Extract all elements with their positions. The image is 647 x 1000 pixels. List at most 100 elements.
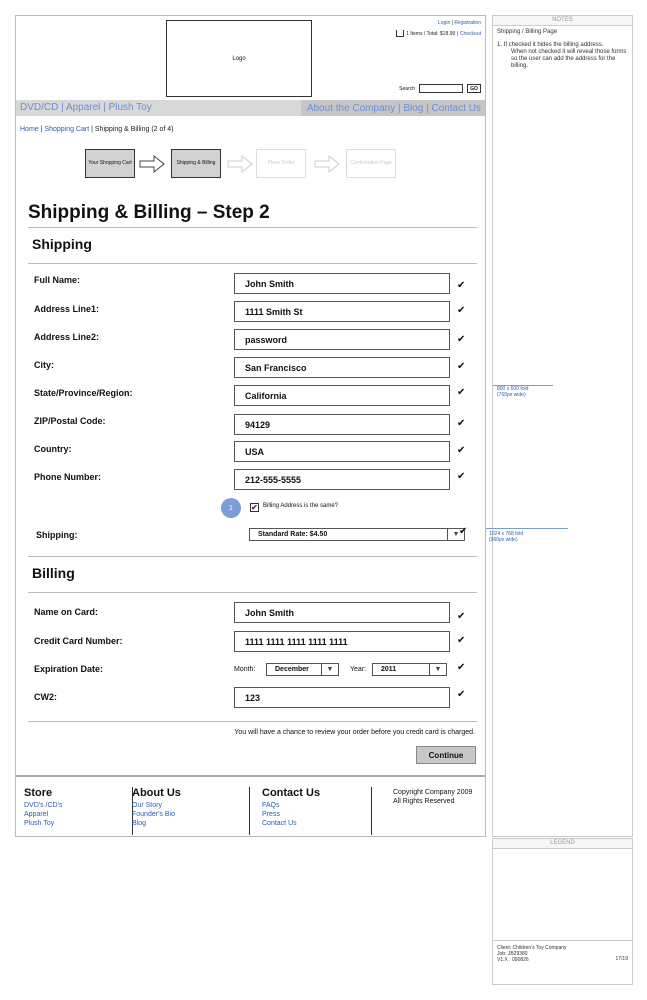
shipping-method-select[interactable]: Standard Rate: $4.50 ▼ xyxy=(249,528,465,541)
footer-link[interactable]: Apparel xyxy=(24,810,62,819)
billing-same-checkbox[interactable]: ✔ xyxy=(250,503,259,512)
footer-contact-title: Contact Us xyxy=(262,787,321,799)
logo[interactable]: Logo xyxy=(166,20,312,97)
notes-item: 1. If checked it hides the billing addre… xyxy=(493,35,632,70)
dropdown-arrow-icon[interactable]: ▼ xyxy=(429,664,446,675)
valid-check-icon: ✔ xyxy=(457,662,466,673)
divider xyxy=(28,556,477,557)
copyright-line: All Rights Reserved xyxy=(393,798,455,805)
card-number-field[interactable]: 1111 1111 1111 1111 1111 xyxy=(234,631,450,652)
go-button[interactable]: GO xyxy=(467,84,481,93)
valid-check-icon: ✔ xyxy=(457,418,466,429)
continue-button[interactable]: Continue xyxy=(416,746,476,764)
phone-field[interactable]: 212-555-5555 xyxy=(234,469,450,490)
valid-check-icon: ✔ xyxy=(457,305,466,316)
breadcrumb-home[interactable]: Home xyxy=(20,126,39,133)
valid-check-icon: ✔ xyxy=(457,635,466,646)
name-on-card-field[interactable]: John Smith xyxy=(234,602,450,623)
city-field[interactable]: San Francisco xyxy=(234,357,450,378)
address-line2-field[interactable]: password xyxy=(234,329,450,350)
step-arrow-icon xyxy=(314,155,340,173)
review-note: You will have a chance to review your or… xyxy=(234,729,475,736)
account-links: Login | Registration xyxy=(438,20,481,26)
footer-link[interactable]: Our Story xyxy=(132,801,181,810)
city-label: City: xyxy=(34,360,54,370)
legend-header: LEGEND xyxy=(493,839,632,849)
company-nav-links[interactable]: About the Company | Blog | Contact Us xyxy=(307,103,481,114)
footer-link[interactable]: Founder's Bio xyxy=(132,810,181,819)
footer-store: Store DVD's /CD's Apparel Plush Toy xyxy=(24,787,62,828)
billing-section-title: Billing xyxy=(32,565,75,581)
state-field[interactable]: California xyxy=(234,385,450,406)
card-number-label: Credit Card Number: xyxy=(34,636,123,646)
login-link[interactable]: Login xyxy=(438,20,450,26)
valid-check-icon: ✔ xyxy=(457,387,466,398)
registration-link[interactable]: Registration xyxy=(454,20,481,26)
zip-label: ZIP/Postal Code: xyxy=(34,416,106,426)
billing-same-label: Billing Address is the same? xyxy=(263,503,339,509)
footer-link[interactable]: Plush Toy xyxy=(24,819,62,828)
checkout-link[interactable]: Checkout xyxy=(460,31,481,37)
expiration-label: Expiration Date: xyxy=(34,664,104,674)
address-line2-label: Address Line2: xyxy=(34,332,100,342)
step-shipping-billing[interactable]: Shipping & Billing xyxy=(171,149,221,178)
divider xyxy=(28,227,477,228)
step-cart[interactable]: Your Shopping Cart xyxy=(85,149,135,178)
wireframe-page: Logo Login | Registration 1 Items / Tota… xyxy=(15,15,486,837)
search-label: Search xyxy=(399,85,415,92)
copyright: Copyright Company 2009 All Rights Reserv… xyxy=(393,788,472,806)
dropdown-arrow-icon[interactable]: ▼ xyxy=(321,664,338,675)
breadcrumb-current: Shipping & Billing (2 of 4) xyxy=(94,126,174,133)
year-select[interactable]: 2011 ▼ xyxy=(372,663,447,676)
breadcrumb: Home | Shopping Cart | Shipping & Billin… xyxy=(20,126,174,133)
fold-800-label: 800 x 600 fold (760px wide) xyxy=(497,386,528,398)
cvv-label: CW2: xyxy=(34,692,57,702)
footer-link[interactable]: DVD's /CD's xyxy=(24,801,62,810)
footer-contact: Contact Us FAQs Press Contact Us xyxy=(262,787,320,828)
valid-check-icon: ✔ xyxy=(457,689,466,700)
full-name-label: Full Name: xyxy=(34,275,81,285)
footer-separator xyxy=(249,787,250,835)
main-nav: DVD/CD | Apparel | Plush Toy About the C… xyxy=(16,100,485,116)
cvv-field[interactable]: 123 xyxy=(234,687,450,708)
step-arrow-icon xyxy=(227,155,253,173)
country-field[interactable]: USA xyxy=(234,441,450,462)
shipping-section-title: Shipping xyxy=(32,236,92,252)
client-line: V1.X : 090826 xyxy=(497,957,529,963)
footer-link[interactable]: Contact Us xyxy=(262,819,320,828)
footer-separator xyxy=(371,787,372,835)
cart-icon[interactable] xyxy=(396,30,405,37)
month-value: December xyxy=(275,666,309,673)
address-line1-label: Address Line1: xyxy=(34,304,100,314)
divider xyxy=(28,263,477,264)
zip-field[interactable]: 94129 xyxy=(234,414,450,435)
notes-panel: NOTES Shipping / Billing Page 1. If chec… xyxy=(492,15,633,837)
footer-about: About Us Our Story Founder's Bio Blog xyxy=(132,787,181,828)
month-label: Month: xyxy=(234,666,256,673)
cart-items-text: 1 Items / Total: $18.99 | xyxy=(406,30,458,37)
valid-check-icon: ✔ xyxy=(457,361,466,372)
footer-link[interactable]: Press xyxy=(262,810,320,819)
client-info: Client: Children's Toy Company Job: JB29… xyxy=(492,940,633,985)
footer-link[interactable]: Blog xyxy=(132,819,181,828)
legend-panel: LEGEND xyxy=(492,838,633,941)
fold-label-line: (960px wide) xyxy=(489,537,518,543)
search-input[interactable] xyxy=(419,84,463,93)
breadcrumb-cart[interactable]: Shopping Cart xyxy=(44,126,89,133)
fold-label-line: (760px wide) xyxy=(497,392,526,398)
valid-check-icon: ✔ xyxy=(457,334,466,345)
category-nav[interactable]: DVD/CD | Apparel | Plush Toy xyxy=(20,102,152,113)
footer-about-title: About Us xyxy=(132,787,181,799)
year-value: 2011 xyxy=(381,666,397,673)
fold-marker-line xyxy=(486,528,568,529)
valid-check-icon: ✔ xyxy=(459,526,468,537)
divider xyxy=(28,721,477,722)
notes-item-text: 1. If checked it hides the billing addre… xyxy=(497,42,604,48)
phone-label: Phone Number: xyxy=(34,472,102,482)
footer-link[interactable]: FAQs xyxy=(262,801,320,810)
valid-check-icon: ✔ xyxy=(457,611,466,622)
month-select[interactable]: December ▼ xyxy=(266,663,339,676)
address-line1-field[interactable]: 1111 Smith St xyxy=(234,301,450,322)
cart-summary: 1 Items / Total: $18.99 | Checkout xyxy=(396,30,481,37)
full-name-field[interactable]: John Smith xyxy=(234,273,450,294)
